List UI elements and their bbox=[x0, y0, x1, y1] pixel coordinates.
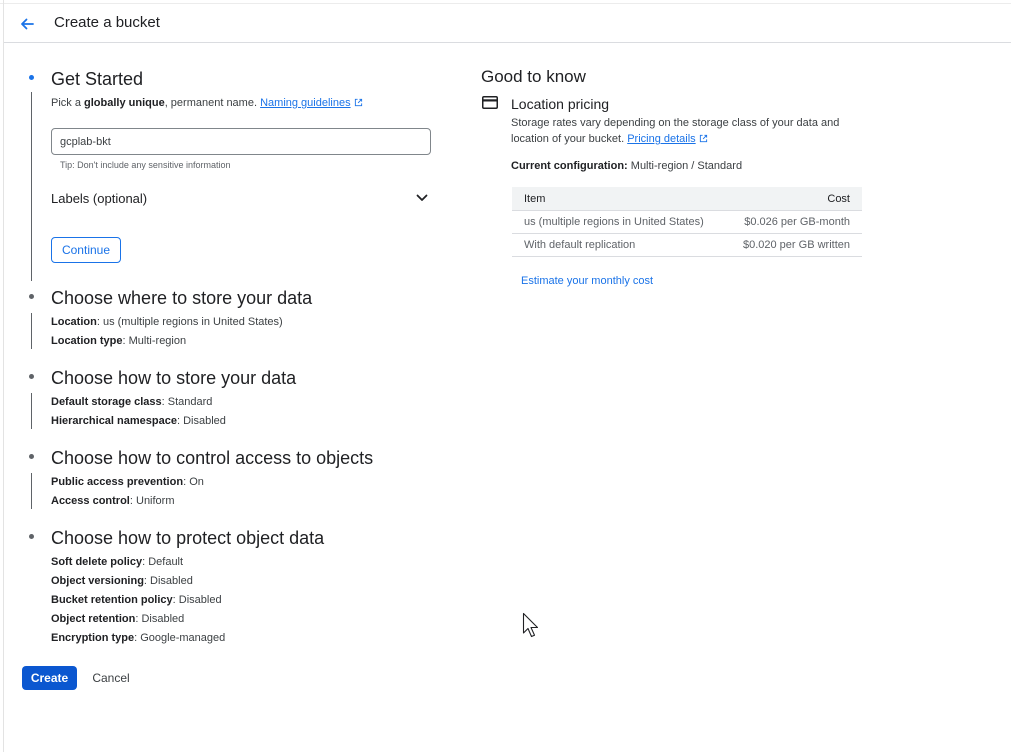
current-configuration: Current configuration: Multi-region / St… bbox=[511, 160, 743, 172]
back-button[interactable] bbox=[17, 14, 37, 34]
soft-delete-policy-field: Soft delete policy: Default bbox=[51, 556, 184, 568]
step-title-get-started: Get Started bbox=[51, 69, 144, 89]
step-indicator bbox=[29, 294, 34, 299]
public-access-prevention-field: Public access prevention: On bbox=[51, 476, 204, 488]
table-row: us (multiple regions in United States) $… bbox=[512, 211, 862, 234]
location-pricing-title: Location pricing bbox=[511, 96, 610, 112]
location-field: Location: us (multiple regions in United… bbox=[51, 316, 283, 328]
continue-button[interactable]: Continue bbox=[51, 237, 121, 263]
create-button[interactable]: Create bbox=[22, 666, 77, 690]
step-indicator bbox=[29, 454, 34, 459]
step-indicator bbox=[29, 534, 34, 539]
page-header: Create a bucket bbox=[4, 4, 1011, 43]
table-header: Item Cost bbox=[512, 187, 862, 211]
storage-class-field: Default storage class: Standard bbox=[51, 396, 213, 408]
naming-guidelines-link[interactable]: Naming guidelines bbox=[260, 97, 351, 109]
table-cell-cost: $0.026 per GB-month bbox=[744, 216, 850, 228]
chevron-down-icon bbox=[416, 194, 428, 201]
column-header-cost: Cost bbox=[827, 193, 850, 205]
encryption-type-field: Encryption type: Google-managed bbox=[51, 632, 226, 644]
globally-unique-text: globally unique bbox=[84, 97, 165, 109]
step-title-access: Choose how to control access to objects bbox=[51, 448, 374, 468]
object-retention-field: Object retention: Disabled bbox=[51, 613, 185, 625]
pricing-table: Item Cost us (multiple regions in United… bbox=[512, 187, 862, 257]
input-tip: Tip: Don't include any sensitive informa… bbox=[60, 160, 231, 170]
step-title-location: Choose where to store your data bbox=[51, 288, 313, 308]
hierarchical-namespace-field: Hierarchical namespace: Disabled bbox=[51, 415, 226, 427]
pricing-details-link[interactable]: Pricing details bbox=[627, 133, 695, 145]
labels-toggle-label: Labels (optional) bbox=[51, 191, 148, 206]
cancel-button[interactable]: Cancel bbox=[86, 666, 136, 690]
external-link-icon bbox=[699, 134, 707, 143]
labels-toggle[interactable]: Labels (optional) bbox=[51, 188, 431, 210]
table-cell-item: us (multiple regions in United States) bbox=[524, 216, 704, 228]
step-indicator bbox=[29, 374, 34, 379]
step-title-storage: Choose how to store your data bbox=[51, 368, 297, 388]
good-to-know-title: Good to know bbox=[481, 67, 586, 86]
bucket-name-input[interactable] bbox=[51, 128, 431, 155]
step-connector bbox=[31, 393, 32, 429]
step-connector bbox=[31, 313, 32, 349]
page-title: Create a bucket bbox=[54, 14, 160, 31]
arrow-back-icon bbox=[21, 18, 34, 30]
step-indicator-active bbox=[29, 75, 34, 80]
step-connector bbox=[31, 473, 32, 509]
credit-card-icon bbox=[482, 96, 498, 109]
step-connector bbox=[31, 92, 32, 281]
estimate-monthly-cost-link[interactable]: Estimate your monthly cost bbox=[521, 275, 653, 287]
object-versioning-field: Object versioning: Disabled bbox=[51, 575, 193, 587]
external-link-icon bbox=[354, 98, 362, 107]
mouse-pointer-icon bbox=[522, 612, 539, 638]
table-row: With default replication $0.020 per GB w… bbox=[512, 234, 862, 257]
column-header-item: Item bbox=[524, 193, 546, 205]
bucket-retention-policy-field: Bucket retention policy: Disabled bbox=[51, 594, 222, 606]
location-type-field: Location type: Multi-region bbox=[51, 335, 187, 347]
step-title-protection: Choose how to protect object data bbox=[51, 528, 325, 548]
location-pricing-description: Storage rates vary depending on the stor… bbox=[511, 117, 840, 145]
access-control-field: Access control: Uniform bbox=[51, 495, 175, 507]
table-cell-item: With default replication bbox=[524, 239, 636, 251]
naming-description: Pick a globally unique, permanent name. … bbox=[51, 97, 363, 109]
table-cell-cost: $0.020 per GB written bbox=[742, 239, 850, 251]
